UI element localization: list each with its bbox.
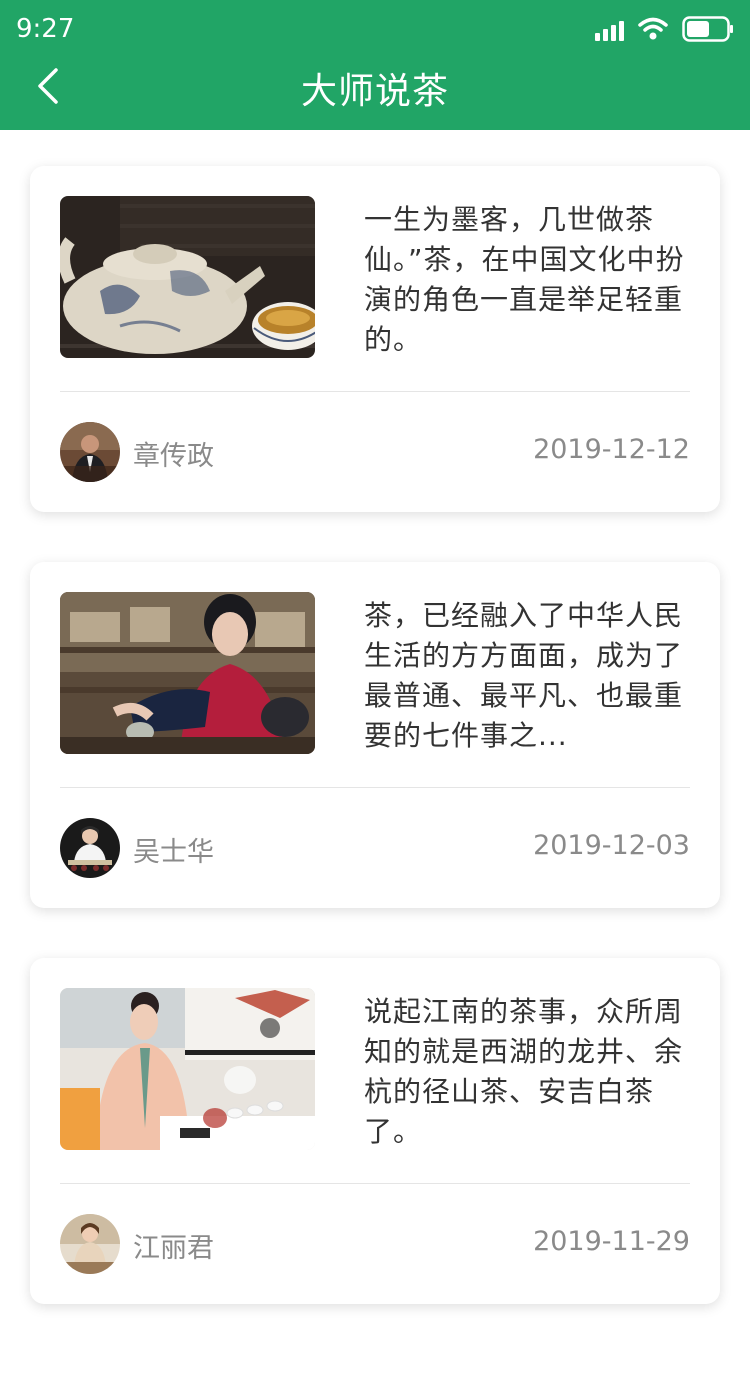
author-name: 章传政 bbox=[133, 441, 214, 472]
publish-date: 2019-12-03 bbox=[533, 830, 690, 861]
page-title: 大师说茶 bbox=[300, 71, 449, 112]
signal-icon bbox=[595, 17, 624, 41]
article-thumbnail[interactable] bbox=[60, 988, 315, 1150]
article-excerpt: 一生为墨客，几世做茶仙。”茶，在中国文化中扮演的角色一直是举足轻重的。 bbox=[364, 203, 685, 356]
status-time: 9:27 bbox=[16, 14, 75, 44]
app-header: 9:27 大师说茶 bbox=[0, 0, 750, 130]
status-icons bbox=[595, 16, 734, 42]
article-thumbnail[interactable] bbox=[60, 196, 315, 358]
author-avatar[interactable] bbox=[60, 1214, 120, 1274]
battery-icon bbox=[682, 16, 733, 42]
article-thumbnail[interactable] bbox=[60, 592, 315, 754]
author-name: 吴士华 bbox=[133, 837, 214, 868]
author-name: 江丽君 bbox=[133, 1233, 214, 1264]
article-card[interactable]: 说起江南的茶事，众所周知的就是西湖的龙井、余杭的径山茶、安吉白茶了。 江丽君 2… bbox=[30, 958, 720, 1304]
article-card[interactable]: 一生为墨客，几世做茶仙。”茶，在中国文化中扮演的角色一直是举足轻重的。 章传政 … bbox=[30, 166, 720, 512]
author-avatar[interactable] bbox=[60, 818, 120, 878]
wifi-icon bbox=[638, 17, 668, 40]
article-excerpt: 茶，已经融入了中华人民生活的方方面面，成为了最普通、最平凡、也最重要的七件事之.… bbox=[364, 599, 684, 752]
divider bbox=[60, 1183, 690, 1184]
divider bbox=[60, 391, 690, 392]
article-card[interactable]: 茶，已经融入了中华人民生活的方方面面，成为了最普通、最平凡、也最重要的七件事之.… bbox=[30, 562, 720, 908]
publish-date: 2019-11-29 bbox=[533, 1226, 690, 1257]
author-avatar[interactable] bbox=[60, 422, 120, 482]
publish-date: 2019-12-12 bbox=[533, 434, 690, 465]
article-excerpt: 说起江南的茶事，众所周知的就是西湖的龙井、余杭的径山茶、安吉白茶了。 bbox=[364, 995, 684, 1148]
divider bbox=[60, 787, 690, 788]
